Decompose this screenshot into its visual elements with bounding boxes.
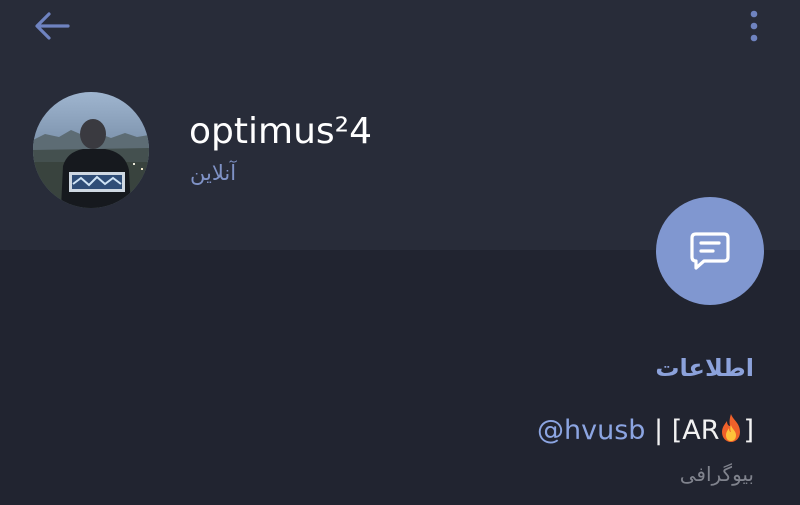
profile-name: optimus²4 <box>189 111 372 152</box>
chat-bubble-icon <box>690 232 730 270</box>
avatar-photo <box>33 92 149 208</box>
online-status: آنلاین <box>190 161 237 185</box>
bio-tag-close: ] <box>743 415 754 446</box>
send-message-button[interactable] <box>656 197 764 305</box>
more-options-button[interactable] <box>734 6 774 46</box>
bio-label: بیوگرافی <box>679 462 754 486</box>
bio-tag-open: [AR <box>671 415 720 446</box>
avatar[interactable] <box>33 92 149 208</box>
bio-separator: | <box>645 415 672 446</box>
bio-mention-link[interactable]: @hvusb <box>537 415 645 446</box>
more-vertical-icon <box>750 10 758 42</box>
back-button[interactable] <box>28 6 76 46</box>
arrow-left-icon <box>35 12 70 40</box>
fire-icon <box>722 414 741 442</box>
bio-text[interactable]: @hvusb | [AR ] <box>537 410 754 452</box>
info-section-title: اطلاعات <box>655 354 754 382</box>
